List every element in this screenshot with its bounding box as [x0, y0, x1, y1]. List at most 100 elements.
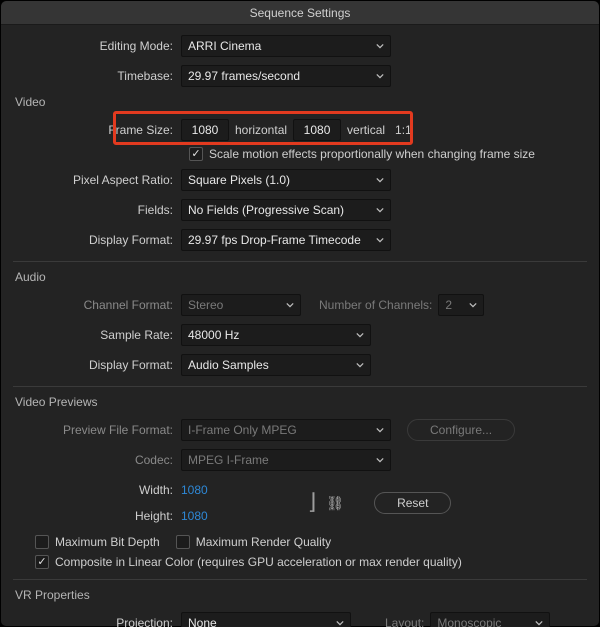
composite-label: Composite in Linear Color (requires GPU …: [55, 555, 462, 569]
par-select[interactable]: Square Pixels (1.0): [181, 169, 391, 191]
chevron-down-icon: [376, 42, 384, 50]
chevron-down-icon: [356, 331, 364, 339]
previews-section-title: Video Previews: [15, 395, 587, 409]
scale-motion-row: Scale motion effects proportionally when…: [189, 147, 587, 161]
composite-row: Composite in Linear Color (requires GPU …: [35, 555, 587, 569]
timebase-row: Timebase: 29.97 frames/second: [13, 65, 587, 87]
timebase-select[interactable]: 29.97 frames/second: [181, 65, 391, 87]
max-render-quality-checkbox[interactable]: [176, 535, 190, 549]
chevron-down-icon: [376, 456, 384, 464]
audio-display-format-row: Display Format: Audio Samples: [13, 354, 587, 376]
frame-width-input[interactable]: 1080: [181, 119, 229, 141]
codec-value: MPEG I-Frame: [188, 453, 269, 467]
fields-value: No Fields (Progressive Scan): [188, 203, 344, 217]
max-bit-depth-row: Maximum Bit Depth Maximum Render Quality: [35, 535, 587, 549]
chevron-down-icon: [336, 619, 344, 627]
preview-file-format-value: I-Frame Only MPEG: [188, 423, 297, 437]
frame-size-label: Frame Size:: [13, 123, 181, 137]
fields-label: Fields:: [13, 203, 181, 217]
window-titlebar: Sequence Settings: [1, 1, 599, 25]
codec-select: MPEG I-Frame: [181, 449, 391, 471]
chevron-down-icon: [376, 426, 384, 434]
max-bit-depth-label: Maximum Bit Depth: [55, 535, 160, 549]
window-title: Sequence Settings: [250, 6, 351, 20]
sample-rate-value: 48000 Hz: [188, 328, 239, 342]
vertical-label: vertical: [347, 123, 385, 137]
audio-display-format-label: Display Format:: [13, 358, 181, 372]
link-icon[interactable]: ⛓: [326, 495, 344, 512]
par-row: Pixel Aspect Ratio: Square Pixels (1.0): [13, 169, 587, 191]
vr-section-title: VR Properties: [15, 588, 587, 602]
divider: [13, 386, 587, 387]
chevron-down-icon: [535, 619, 543, 627]
editing-mode-row: Editing Mode: ARRI Cinema: [13, 35, 587, 57]
audio-section-title: Audio: [15, 270, 587, 284]
chevron-down-icon: [356, 361, 364, 369]
frame-size-row: Frame Size: 1080 horizontal 1080 vertica…: [13, 119, 587, 141]
audio-display-format-value: Audio Samples: [188, 358, 269, 372]
preview-width-label: Width:: [13, 483, 181, 497]
editing-mode-label: Editing Mode:: [13, 39, 181, 53]
composite-checkbox[interactable]: [35, 555, 49, 569]
configure-button: Configure...: [407, 419, 515, 441]
timebase-value: 29.97 frames/second: [188, 69, 300, 83]
chevron-down-icon: [376, 236, 384, 244]
sample-rate-label: Sample Rate:: [13, 328, 181, 342]
preview-width-row: Width: 1080: [13, 479, 208, 501]
preview-file-format-select: I-Frame Only MPEG: [181, 419, 391, 441]
num-channels-value: 2: [445, 298, 452, 312]
projection-label: Projection:: [13, 616, 181, 627]
aspect-ratio-text: 1:1: [395, 123, 412, 137]
sample-rate-row: Sample Rate: 48000 Hz: [13, 324, 587, 346]
max-render-quality-label: Maximum Render Quality: [196, 535, 331, 549]
scale-motion-checkbox[interactable]: [189, 147, 203, 161]
layout-label: Layout:: [385, 616, 424, 627]
audio-display-format-select[interactable]: Audio Samples: [181, 354, 371, 376]
window-content: Editing Mode: ARRI Cinema Timebase: 29.9…: [1, 25, 599, 627]
preview-height-label: Height:: [13, 509, 181, 523]
chevron-down-icon: [286, 301, 294, 309]
chevron-down-icon: [376, 176, 384, 184]
preview-file-format-row: Preview File Format: I-Frame Only MPEG C…: [13, 419, 587, 441]
preview-file-format-label: Preview File Format:: [13, 423, 181, 437]
editing-mode-select[interactable]: ARRI Cinema: [181, 35, 391, 57]
chevron-down-icon: [376, 206, 384, 214]
projection-row: Projection: None Layout: Monoscopic: [13, 612, 587, 627]
num-channels-label: Number of Channels:: [319, 298, 432, 312]
horizontal-label: horizontal: [235, 123, 287, 137]
video-section-title: Video: [15, 95, 587, 109]
editing-mode-value: ARRI Cinema: [188, 39, 261, 53]
layout-select: Monoscopic: [430, 612, 550, 627]
timebase-label: Timebase:: [13, 69, 181, 83]
reset-button[interactable]: Reset: [374, 492, 451, 514]
codec-row: Codec: MPEG I-Frame: [13, 449, 587, 471]
layout-value: Monoscopic: [437, 616, 501, 627]
video-display-format-value: 29.97 fps Drop-Frame Timecode: [188, 233, 361, 247]
preview-height-value[interactable]: 1080: [181, 509, 208, 523]
max-bit-depth-checkbox[interactable]: [35, 535, 49, 549]
preview-width-value[interactable]: 1080: [181, 483, 208, 497]
video-display-format-select[interactable]: 29.97 fps Drop-Frame Timecode: [181, 229, 391, 251]
channel-format-label: Channel Format:: [13, 298, 181, 312]
projection-select[interactable]: None: [181, 612, 351, 627]
num-channels-select: 2: [438, 294, 484, 316]
fields-row: Fields: No Fields (Progressive Scan): [13, 199, 587, 221]
chevron-down-icon: [376, 72, 384, 80]
codec-label: Codec:: [13, 453, 181, 467]
channel-format-select: Stereo: [181, 294, 301, 316]
projection-value: None: [188, 616, 217, 627]
frame-height-input[interactable]: 1080: [293, 119, 341, 141]
sequence-settings-window: Sequence Settings Editing Mode: ARRI Cin…: [0, 0, 600, 627]
divider: [13, 579, 587, 580]
video-display-format-label: Display Format:: [13, 233, 181, 247]
preview-height-row: Height: 1080: [13, 505, 208, 527]
bracket-icon: ⌋: [308, 491, 317, 513]
par-label: Pixel Aspect Ratio:: [13, 173, 181, 187]
chevron-down-icon: [469, 301, 477, 309]
par-value: Square Pixels (1.0): [188, 173, 290, 187]
sample-rate-select[interactable]: 48000 Hz: [181, 324, 371, 346]
divider: [13, 261, 587, 262]
fields-select[interactable]: No Fields (Progressive Scan): [181, 199, 391, 221]
channel-format-value: Stereo: [188, 298, 223, 312]
scale-motion-label: Scale motion effects proportionally when…: [209, 147, 535, 161]
